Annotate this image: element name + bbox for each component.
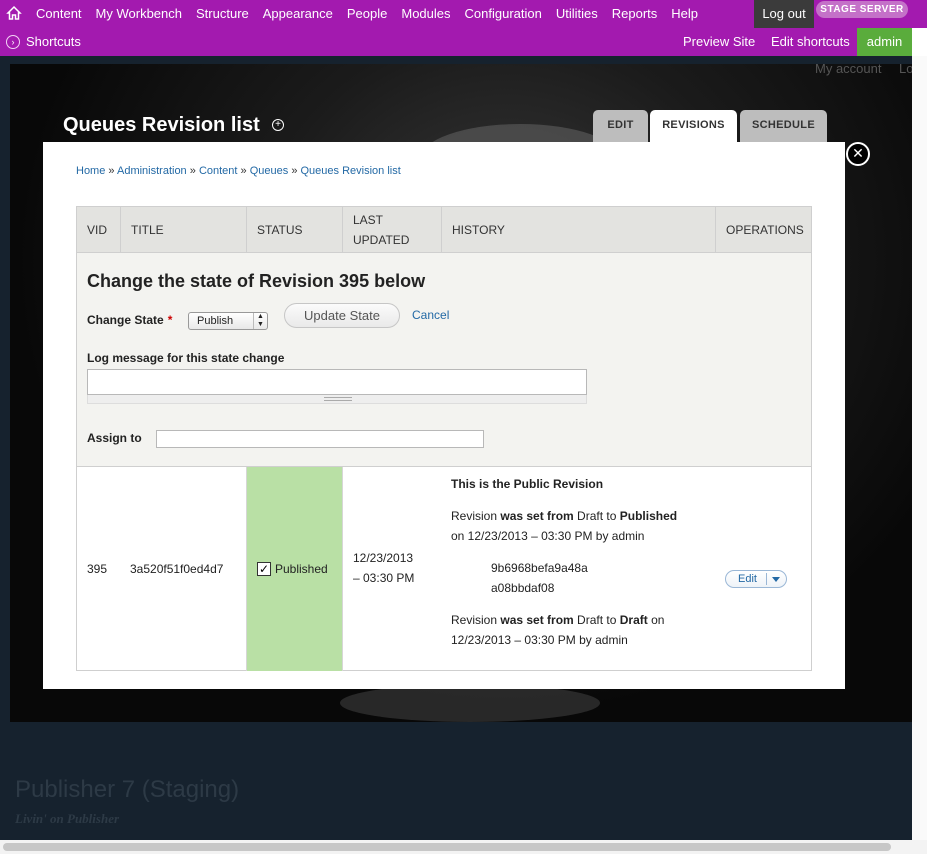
column-divider (246, 467, 247, 671)
my-account-link[interactable]: My account (815, 61, 881, 76)
grippie-icon (324, 397, 352, 401)
state-select[interactable]: Publish ▲ ▼ (188, 312, 268, 330)
breadcrumb-administration[interactable]: Administration (117, 165, 187, 177)
chevron-right-icon: › (6, 34, 20, 49)
change-state-label: Change State * (87, 313, 172, 327)
menu-appearance[interactable]: Appearance (263, 6, 333, 21)
tab-schedule[interactable]: SCHEDULE (740, 110, 827, 142)
assign-to-input[interactable] (156, 430, 484, 448)
shortcuts-label: Shortcuts (26, 34, 81, 49)
page-title: Queues Revision list (63, 114, 260, 136)
log-message-textarea[interactable] (87, 369, 587, 395)
edit-operation-button[interactable]: Edit (725, 570, 787, 588)
menu-help[interactable]: Help (671, 6, 698, 21)
horizontal-scrollbar[interactable] (0, 840, 927, 854)
textarea-resize-handle[interactable] (87, 395, 587, 404)
menu-reports[interactable]: Reports (612, 6, 658, 21)
history-hash-2: a08bbdaf08 (491, 581, 555, 595)
hero-shape-bottom (340, 684, 600, 722)
column-status: STATUS (247, 207, 343, 252)
edit-shortcuts-link[interactable]: Edit shortcuts (771, 34, 850, 49)
history-text: was set from (500, 509, 574, 523)
breadcrumb-content[interactable]: Content (199, 165, 238, 177)
scrollbar-thumb[interactable] (3, 843, 891, 851)
menu-modules[interactable]: Modules (401, 6, 450, 21)
row-vid: 395 (87, 562, 108, 576)
tab-edit[interactable]: EDIT (593, 110, 648, 142)
row-updated-date: 12/23/2013 (353, 551, 414, 565)
table-header: VID TITLE STATUS LAST UPDATED HISTORY OP… (76, 206, 812, 253)
required-mark: * (167, 313, 173, 327)
breadcrumb-queues[interactable]: Queues (250, 165, 289, 177)
menu-structure[interactable]: Structure (196, 6, 249, 21)
add-shortcut-icon[interactable]: + (272, 119, 284, 131)
cancel-link[interactable]: Cancel (412, 308, 449, 322)
column-vid: VID (77, 207, 121, 252)
button-divider (766, 573, 767, 585)
breadcrumb: Home » Administration » Content » Queues… (76, 165, 401, 177)
history-text: on (647, 613, 665, 627)
state-select-value: Publish (197, 315, 234, 327)
breadcrumb-home[interactable]: Home (76, 165, 105, 177)
menu-people[interactable]: People (347, 6, 387, 21)
history-text: Draft to (573, 509, 620, 523)
column-last-updated: LAST UPDATED (343, 207, 442, 252)
menu-utilities[interactable]: Utilities (556, 6, 598, 21)
history-text: Revision (451, 613, 501, 627)
column-title: TITLE (121, 207, 247, 252)
close-icon[interactable]: ✕ (846, 142, 870, 166)
breadcrumb-separator: » (291, 165, 298, 177)
menu-configuration[interactable]: Configuration (465, 6, 542, 21)
form-title: Change the state of Revision 395 below (87, 271, 426, 291)
breadcrumb-separator: » (189, 165, 196, 177)
logout-button[interactable]: Log out (754, 0, 814, 28)
tab-revisions[interactable]: REVISIONS (650, 110, 737, 142)
history-entry-2: Revision was set from Draft to Draft on (451, 610, 664, 630)
menu-content[interactable]: Content (36, 6, 82, 21)
history-entry-1: Revision was set from Draft to Published (451, 506, 677, 526)
home-icon[interactable] (6, 5, 22, 21)
breadcrumb-queues-revision-list[interactable]: Queues Revision list (301, 165, 401, 177)
update-state-button[interactable]: Update State (284, 303, 400, 328)
admin-user-link[interactable]: admin (857, 28, 912, 56)
history-entry-1-date: on 12/23/2013 – 03:30 PM by admin (451, 529, 645, 543)
history-text: was set from (500, 613, 574, 627)
chevron-down-icon[interactable] (772, 577, 780, 582)
row-title: 3a520f51f0ed4d7 (130, 562, 224, 576)
select-arrows-icon: ▲ ▼ (253, 313, 267, 329)
history-text: Revision (451, 509, 501, 523)
published-check-icon: ✓ (257, 562, 271, 576)
column-operations: OPERATIONS (726, 222, 804, 237)
assign-to-label: Assign to (87, 431, 142, 445)
toolbar-menu: Content My Workbench Structure Appearanc… (36, 6, 712, 21)
column-divider (342, 467, 343, 671)
history-entry-2-date: 12/23/2013 – 03:30 PM by admin (451, 633, 628, 647)
preview-site-link[interactable]: Preview Site (683, 34, 755, 49)
history-state: Draft (619, 613, 648, 627)
column-history: HISTORY (442, 207, 716, 252)
site-name[interactable]: Publisher 7 (Staging) (15, 776, 239, 804)
stage-server-badge: STAGE SERVER (816, 1, 908, 18)
breadcrumb-separator: » (240, 165, 247, 177)
row-updated-time: – 03:30 PM (353, 571, 415, 585)
shortcuts-toggle[interactable]: › Shortcuts (6, 34, 81, 49)
vertical-scrollbar[interactable] (912, 56, 927, 840)
menu-my-workbench[interactable]: My Workbench (96, 6, 182, 21)
change-state-text: Change State (87, 313, 164, 327)
log-message-label: Log message for this state change (87, 351, 285, 365)
history-text: Draft to (573, 613, 620, 627)
history-hash-1: 9b6968befa9a48a (491, 561, 588, 575)
public-revision-note: This is the Public Revision (451, 477, 604, 491)
edit-label[interactable]: Edit (738, 571, 757, 587)
breadcrumb-separator: » (108, 165, 115, 177)
site-slogan: Livin' on Publisher (15, 811, 120, 826)
row-status: Published (275, 562, 328, 576)
history-state: Published (619, 509, 678, 523)
